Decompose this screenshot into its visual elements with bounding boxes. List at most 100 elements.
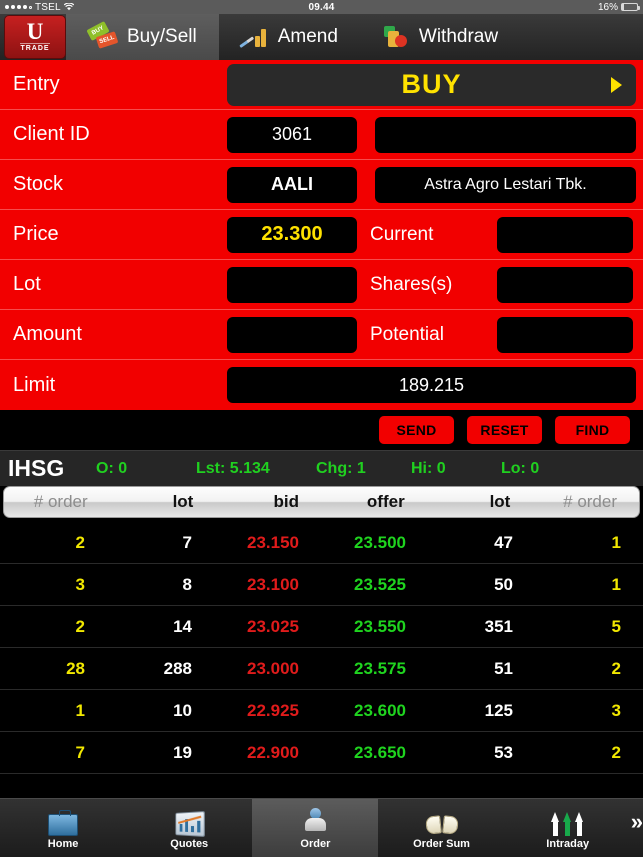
cell-bid: 23.150: [247, 532, 299, 552]
index-low-label: Lo:: [501, 459, 526, 477]
limit-label: Limit: [13, 373, 56, 396]
cell-bid: 22.900: [247, 742, 299, 762]
logo-wordmark: TRADE: [20, 43, 50, 52]
shares-field: [497, 266, 633, 303]
cell-offer: 23.600: [354, 700, 406, 720]
index-last: Lst: 5.134: [196, 460, 316, 478]
table-row[interactable]: 28 288 23.000 23.575 51 2: [0, 648, 643, 690]
table-row[interactable]: 1 10 22.925 23.600 125 3: [0, 690, 643, 732]
lot-label: Lot: [13, 273, 41, 295]
cell-buy-lot: 19: [173, 742, 192, 762]
column-header-buy-lot: lot: [172, 492, 194, 511]
table-row[interactable]: 3 8 23.100 23.525 50 1: [0, 564, 643, 606]
index-open-label: O:: [96, 459, 114, 477]
cell-offer: 23.525: [354, 574, 406, 594]
index-change-value: 1: [356, 459, 366, 477]
cell-buy-lot: 7: [182, 532, 192, 552]
entry-side-selector[interactable]: BUY: [227, 63, 636, 106]
limit-field: 189.215: [227, 367, 636, 403]
column-header-buy-order: # order: [33, 492, 88, 511]
price-input[interactable]: 23.300: [227, 216, 357, 253]
cell-sell-order: 2: [611, 658, 621, 678]
status-bar-right: 16%: [598, 2, 640, 13]
index-ticker-bar[interactable]: IHSG O: 0 Lst: 5.134 Chg: 1 Hi: 0 Lo: 0: [0, 450, 643, 486]
entry-side-value: BUY: [401, 69, 462, 99]
cell-bid: 23.100: [247, 574, 299, 594]
buy-sell-tags-icon: BUY SELL: [86, 21, 119, 50]
tab-order[interactable]: Order: [252, 799, 379, 857]
cell-sell-order: 2: [611, 742, 621, 762]
client-id-input[interactable]: 3061: [227, 116, 357, 153]
column-header-offer: offer: [366, 492, 405, 511]
index-high-label: Hi:: [411, 459, 433, 477]
stock-name-field[interactable]: Astra Agro Lestari Tbk.: [375, 166, 636, 203]
battery-icon: [621, 3, 640, 11]
cell-offer: 23.650: [354, 742, 406, 762]
table-row[interactable]: 7 19 22.900 23.650 53 2: [0, 732, 643, 774]
entry-label: Entry: [13, 73, 60, 95]
form-row-entry: Entry BUY: [0, 60, 643, 110]
client-name-field[interactable]: [375, 116, 636, 153]
client-id-label: Client ID: [13, 123, 90, 145]
cell-buy-order: 28: [66, 658, 85, 678]
amount-input[interactable]: [227, 316, 357, 353]
column-header-sell-order: # order: [563, 492, 618, 511]
withdraw-blocks-icon: [382, 24, 410, 50]
current-label: Current: [370, 223, 434, 245]
nav-tab-withdraw[interactable]: Withdraw: [360, 14, 520, 60]
index-change-label: Chg:: [316, 459, 353, 477]
lot-input[interactable]: [227, 266, 357, 303]
tab-intraday[interactable]: Intraday: [505, 799, 631, 857]
stock-code-input[interactable]: AALI: [227, 166, 357, 203]
cell-offer: 23.575: [354, 658, 406, 678]
logo-letter: U: [26, 19, 44, 44]
send-button[interactable]: SEND: [379, 416, 454, 444]
bottom-tab-bar: Home Quotes Order Order Sum Intraday »: [0, 798, 643, 857]
nav-tab-buy-sell[interactable]: BUY SELL Buy/Sell: [66, 14, 219, 60]
tab-order-label: Order: [300, 838, 331, 850]
cell-sell-order: 1: [611, 532, 621, 552]
index-open: O: 0: [96, 460, 196, 478]
index-open-value: 0: [118, 459, 128, 477]
cell-sell-order: 3: [611, 700, 621, 720]
tab-quotes[interactable]: Quotes: [126, 799, 252, 857]
reset-button[interactable]: RESET: [467, 416, 542, 444]
up-arrows-icon: [548, 806, 588, 836]
double-chevron-right-icon[interactable]: »: [631, 799, 643, 857]
nav-tab-withdraw-label: Withdraw: [418, 26, 499, 47]
tab-order-sum[interactable]: Order Sum: [378, 799, 504, 857]
trading-app-screen: TSEL 09.44 16% U TRADE BUY SELL Buy/Sell…: [0, 0, 643, 857]
index-high-value: 0: [436, 459, 446, 477]
current-price-field: [497, 216, 633, 253]
form-row-client-id: Client ID 3061: [0, 110, 643, 160]
cell-buy-order: 2: [75, 616, 85, 636]
form-row-amount: Amount Potential: [0, 310, 643, 360]
cell-buy-order: 3: [75, 574, 85, 594]
nav-tab-amend[interactable]: Amend: [219, 14, 360, 60]
amend-pen-chart-icon: [238, 24, 269, 50]
form-row-stock: Stock AALI Astra Agro Lestari Tbk.: [0, 160, 643, 210]
nav-tab-buy-sell-label: Buy/Sell: [127, 26, 197, 47]
cell-buy-order: 7: [75, 742, 85, 762]
chevron-right-icon: [611, 76, 622, 93]
cell-sell-order: 5: [611, 616, 621, 636]
stock-label: Stock: [13, 173, 64, 195]
index-low-value: 0: [530, 459, 540, 477]
tab-quotes-label: Quotes: [170, 838, 209, 850]
form-row-lot: Lot Shares(s): [0, 260, 643, 310]
utrade-logo: U TRADE: [4, 15, 66, 59]
find-button[interactable]: FIND: [555, 416, 630, 444]
cell-buy-order: 2: [75, 532, 85, 552]
tab-intraday-label: Intraday: [546, 838, 590, 850]
amount-label: Amount: [13, 323, 82, 345]
table-row[interactable]: 2 14 23.025 23.550 351 5: [0, 606, 643, 648]
tab-home[interactable]: Home: [0, 799, 126, 857]
status-bar-clock: 09.44: [308, 1, 335, 13]
cell-sell-lot: 51: [494, 658, 513, 678]
column-header-sell-lot: lot: [489, 492, 511, 511]
tab-home-label: Home: [47, 838, 79, 850]
table-row[interactable]: 2 7 23.150 23.500 47 1: [0, 522, 643, 564]
column-header-bid: bid: [273, 492, 300, 511]
status-bar: TSEL 09.44 16%: [0, 0, 643, 14]
form-row-limit: Limit 189.215: [0, 360, 643, 410]
